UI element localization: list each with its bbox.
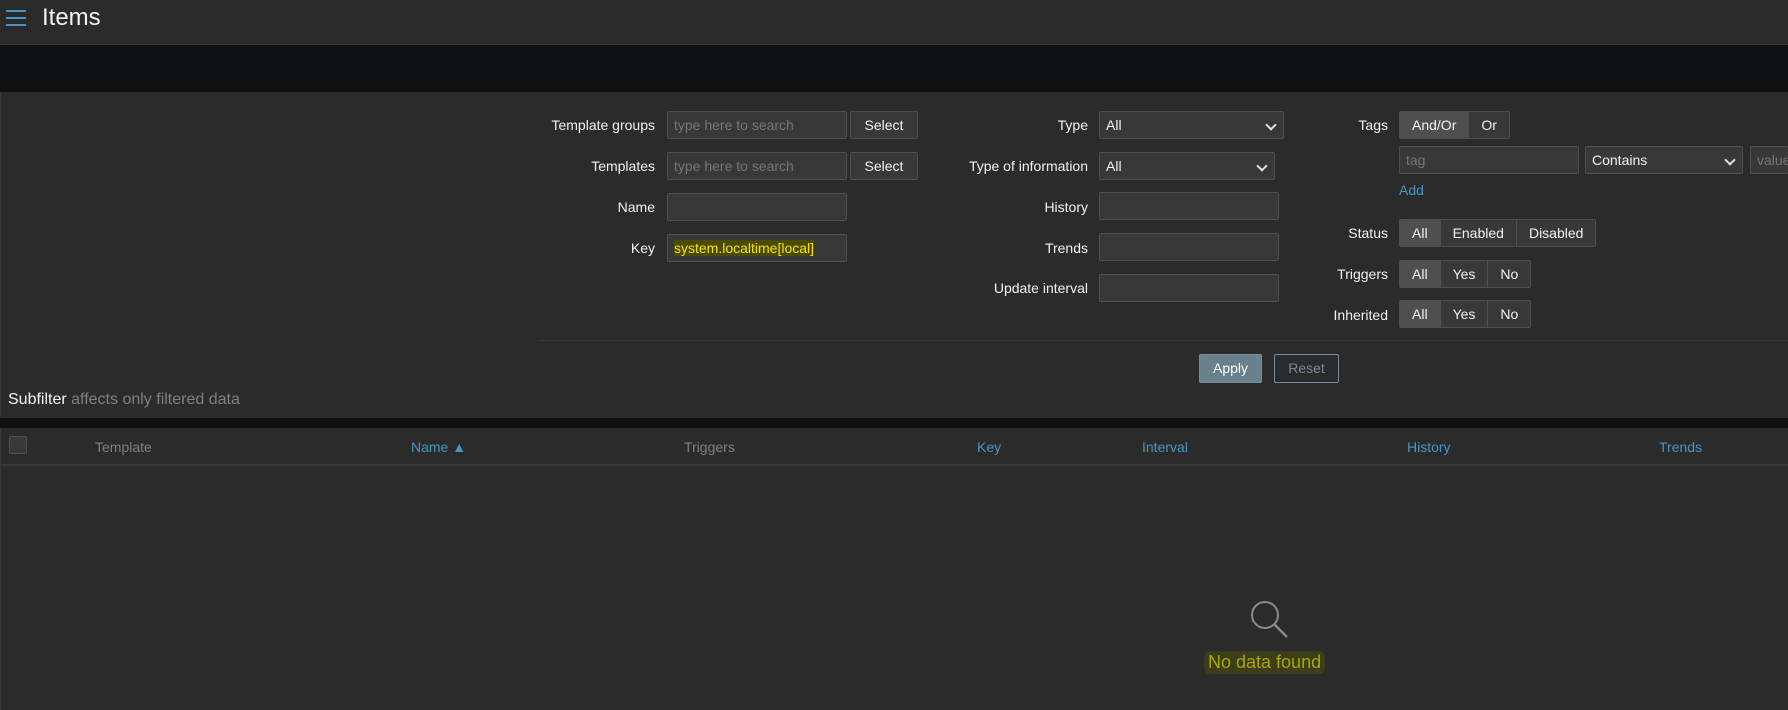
- select-all-checkbox[interactable]: [9, 436, 27, 454]
- table-body: [0, 466, 1788, 710]
- tags-mode-or[interactable]: Or: [1469, 112, 1509, 138]
- triggers-yes[interactable]: Yes: [1440, 261, 1489, 287]
- no-data-message: No data found: [1204, 651, 1326, 674]
- tag-input[interactable]: tag: [1399, 146, 1579, 174]
- filter-divider: [538, 340, 1788, 341]
- triggers-no[interactable]: No: [1488, 261, 1531, 287]
- type-select[interactable]: All: [1099, 111, 1284, 139]
- chevron-down-icon: [1724, 154, 1736, 166]
- tags-mode-and-or[interactable]: And/Or: [1400, 112, 1470, 138]
- type-label: Type: [1057, 117, 1088, 133]
- trends-input[interactable]: [1099, 233, 1279, 261]
- templates-input[interactable]: type here to search: [667, 152, 847, 180]
- type-of-information-select[interactable]: All: [1099, 152, 1275, 180]
- apply-button[interactable]: Apply: [1199, 354, 1262, 383]
- triggers-toggle[interactable]: All Yes No: [1399, 260, 1532, 288]
- column-key[interactable]: Key: [977, 439, 1001, 455]
- template-groups-select-button[interactable]: Select: [850, 111, 918, 139]
- template-groups-label: Template groups: [551, 117, 655, 133]
- status-toggle[interactable]: All Enabled Disabled: [1399, 219, 1597, 247]
- status-disabled[interactable]: Disabled: [1516, 220, 1596, 246]
- key-value: system.localtime[local]: [674, 240, 815, 256]
- inherited-no[interactable]: No: [1488, 301, 1531, 327]
- type-of-information-label: Type of information: [968, 158, 1088, 174]
- subfilter-note: affects only filtered data: [71, 391, 240, 408]
- hamburger-menu-icon[interactable]: [6, 8, 26, 28]
- type-select-value: All: [1106, 117, 1122, 133]
- column-history[interactable]: History: [1407, 439, 1451, 455]
- column-template: Template: [95, 439, 152, 455]
- tag-operator-select[interactable]: Contains: [1585, 146, 1743, 174]
- type-of-information-value: All: [1106, 158, 1122, 174]
- section-separator: [0, 418, 1788, 428]
- magnifier-icon: [1251, 601, 1288, 638]
- triggers-label: Triggers: [1337, 266, 1388, 282]
- inherited-yes[interactable]: Yes: [1440, 301, 1489, 327]
- column-triggers: Triggers: [684, 439, 735, 455]
- tag-value-input[interactable]: value: [1750, 146, 1788, 174]
- templates-label: Templates: [591, 158, 655, 174]
- name-label: Name: [617, 199, 655, 215]
- inherited-all[interactable]: All: [1400, 301, 1441, 327]
- trends-label: Trends: [1044, 240, 1088, 256]
- tags-label: Tags: [1358, 117, 1388, 133]
- tag-operator-value: Contains: [1592, 152, 1648, 168]
- table-header: Template Name ▲ Triggers Key Interval Hi…: [0, 428, 1788, 466]
- tags-mode-toggle[interactable]: And/Or Or: [1399, 111, 1510, 139]
- history-input[interactable]: [1099, 192, 1279, 220]
- chevron-down-icon: [1256, 160, 1268, 172]
- history-label: History: [1044, 199, 1088, 215]
- templates-select-button[interactable]: Select: [850, 152, 918, 180]
- inherited-toggle[interactable]: All Yes No: [1399, 300, 1532, 328]
- key-label: Key: [630, 240, 655, 256]
- status-label: Status: [1348, 225, 1388, 241]
- header-band: [0, 45, 1788, 92]
- page-header: [0, 0, 1788, 45]
- name-input[interactable]: [667, 193, 847, 221]
- column-interval[interactable]: Interval: [1142, 439, 1188, 455]
- status-enabled[interactable]: Enabled: [1440, 220, 1517, 246]
- subfilter-title: Subfilter: [8, 391, 67, 408]
- reset-button[interactable]: Reset: [1274, 354, 1339, 383]
- key-input[interactable]: system.localtime[local]: [667, 234, 847, 262]
- inherited-label: Inherited: [1333, 307, 1388, 323]
- subfilter-heading: Subfilter affects only filtered data: [8, 391, 240, 409]
- chevron-down-icon: [1265, 119, 1277, 131]
- column-name[interactable]: Name ▲: [411, 439, 466, 455]
- update-interval-label: Update interval: [993, 280, 1088, 296]
- filter-panel: [0, 92, 1788, 416]
- add-tag-link[interactable]: Add: [1399, 182, 1424, 198]
- status-all[interactable]: All: [1400, 220, 1441, 246]
- column-trends[interactable]: Trends: [1659, 439, 1702, 455]
- triggers-all[interactable]: All: [1400, 261, 1441, 287]
- template-groups-input[interactable]: type here to search: [667, 111, 847, 139]
- page-title: Items: [42, 4, 101, 31]
- update-interval-input[interactable]: [1099, 274, 1279, 302]
